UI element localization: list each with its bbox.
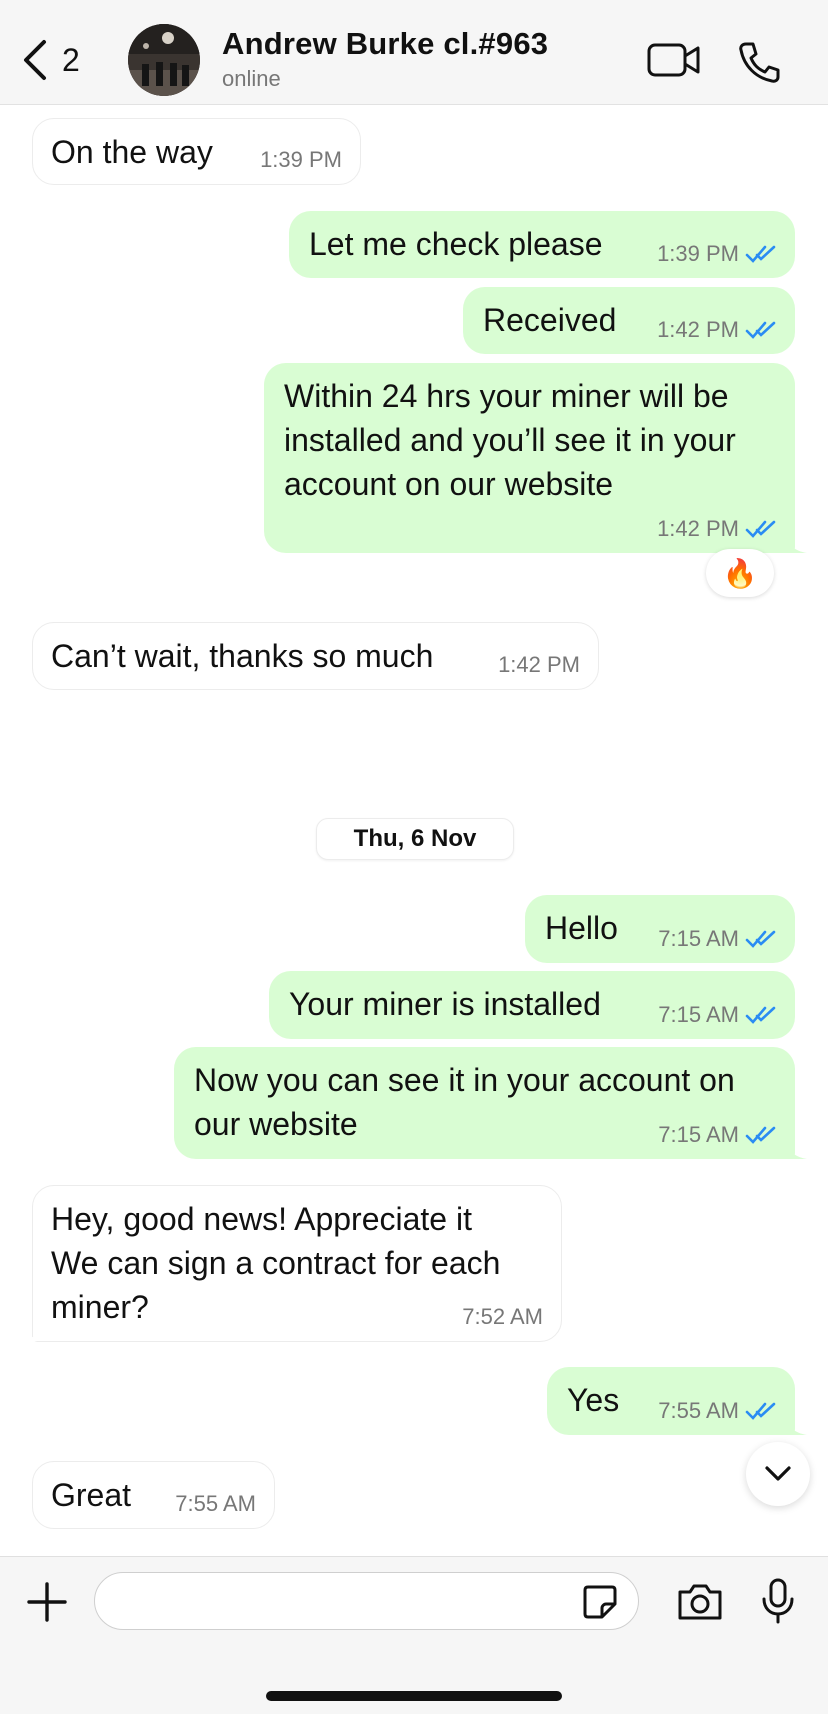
message-bubble-incoming[interactable]: Hey, good news! Appreciate it We can sig…: [21, 1185, 562, 1342]
bubble-tail: [21, 1321, 43, 1341]
home-indicator: [266, 1691, 562, 1701]
message-time: 7:15 AM: [658, 1002, 739, 1027]
message-time: 7:55 AM: [658, 1398, 739, 1423]
message-bubble-incoming[interactable]: Can’t wait, thanks so much 1:42 PM: [32, 622, 599, 690]
unread-count: 2: [62, 42, 80, 78]
message-status: 7:55 AM: [658, 1399, 777, 1423]
message-time: 1:39 PM: [260, 147, 342, 172]
message-time: 1:39 PM: [657, 241, 739, 266]
chevron-down-icon: [765, 1466, 791, 1481]
message-time: 1:42 PM: [657, 516, 739, 541]
read-ticks-icon: [745, 1126, 776, 1144]
message-time: 7:55 AM: [175, 1491, 256, 1516]
message-time: 7:15 AM: [658, 1122, 739, 1147]
plus-icon[interactable]: [26, 1581, 68, 1628]
message-status: 7:15 AM: [658, 1123, 777, 1147]
message-bubble-outgoing[interactable]: Your miner is installed 7:15 AM: [269, 971, 795, 1039]
read-ticks-icon: [745, 1402, 776, 1420]
scroll-to-bottom-button[interactable]: [746, 1442, 810, 1506]
message-bubble-outgoing[interactable]: Hello 7:15 AM: [525, 895, 795, 963]
message-time: 1:42 PM: [657, 317, 739, 342]
bubble-tail: [785, 1415, 807, 1435]
back-chevron-icon: [24, 40, 46, 80]
message-bubble-outgoing[interactable]: Let me check please 1:39 PM: [289, 211, 795, 278]
phone-call-icon[interactable]: [736, 40, 782, 89]
read-ticks-icon: [745, 930, 776, 948]
contact-status: online: [222, 66, 281, 91]
read-ticks-icon: [745, 520, 776, 538]
message-bubble-outgoing[interactable]: Within 24 hrs your miner will be install…: [264, 363, 807, 553]
message-bubble-incoming[interactable]: On the way 1:39 PM: [32, 118, 361, 185]
date-separator: Thu, 6 Nov: [316, 818, 514, 860]
bubble-tail: [785, 533, 807, 553]
camera-icon[interactable]: [676, 1583, 724, 1626]
message-time: 1:42 PM: [498, 652, 580, 677]
message-input[interactable]: [115, 1585, 559, 1619]
message-bubble-outgoing[interactable]: Received 1:42 PM: [463, 287, 795, 354]
contact-name[interactable]: Andrew Burke cl.#963: [222, 26, 548, 62]
message-status: 1:42 PM: [657, 517, 777, 541]
read-ticks-icon: [745, 321, 776, 339]
fire-emoji: 🔥: [722, 557, 758, 589]
read-ticks-icon: [745, 1006, 776, 1024]
back-button[interactable]: 2: [22, 38, 80, 82]
message-status: 7:15 AM: [658, 1003, 777, 1027]
message-bubble-incoming[interactable]: Great 7:55 AM: [32, 1461, 275, 1529]
message-status: 1:39 PM: [657, 242, 777, 266]
sticker-icon[interactable]: [582, 1584, 618, 1625]
message-time: 7:52 AM: [462, 1304, 543, 1329]
message-bubble-outgoing[interactable]: Yes 7:55 AM: [547, 1367, 807, 1435]
chat-header: 2 Andrew Burke cl.#963 online: [0, 0, 828, 105]
message-status: 7:15 AM: [658, 927, 777, 951]
read-ticks-icon: [745, 245, 776, 263]
message-reaction[interactable]: 🔥: [706, 549, 774, 597]
message-text: Within 24 hrs your miner will be install…: [284, 378, 736, 502]
message-status: 1:42 PM: [657, 318, 777, 342]
message-input-box[interactable]: [94, 1572, 639, 1630]
video-call-icon[interactable]: [646, 40, 702, 85]
message-composer: [0, 1556, 828, 1714]
microphone-icon[interactable]: [760, 1577, 796, 1630]
message-bubble-outgoing[interactable]: Now you can see it in your account on ou…: [174, 1047, 807, 1159]
avatar[interactable]: [128, 24, 200, 96]
message-time: 7:15 AM: [658, 926, 739, 951]
bubble-tail: [785, 1139, 807, 1159]
